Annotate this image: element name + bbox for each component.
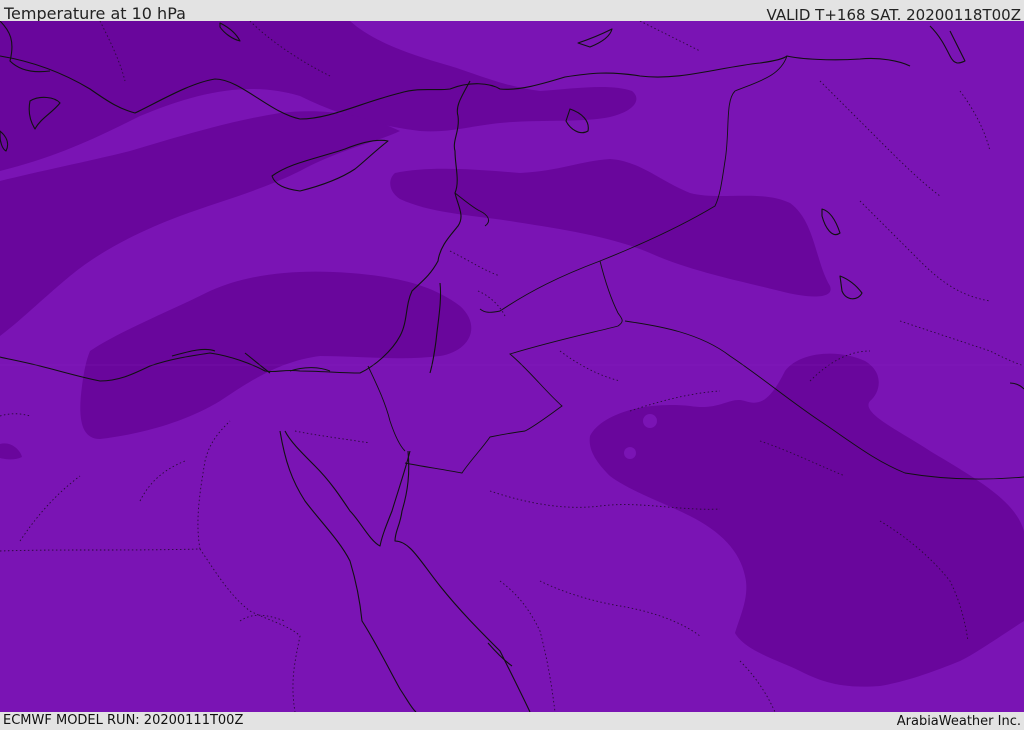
- brand-credit: ArabiaWeather Inc.: [896, 714, 1021, 729]
- footer-bar: ECMWF MODEL RUN: 20200111T00Z ArabiaWeat…: [0, 712, 1024, 729]
- header-bar: Temperature at 10 hPa VALID T+168 SAT. 2…: [0, 0, 1024, 24]
- temperature-map: [0, 21, 1024, 712]
- model-run: ECMWF MODEL RUN: 20200111T00Z: [3, 713, 244, 728]
- warm-spot-1: [643, 414, 657, 428]
- map-canvas: [0, 21, 1024, 712]
- warm-spot-2: [624, 447, 636, 459]
